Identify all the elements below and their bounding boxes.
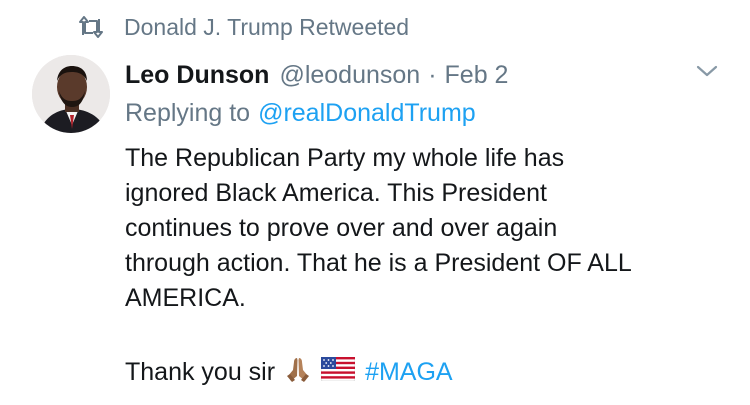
tweet-closing-line: Thank you sir #MAGA: [125, 354, 453, 390]
retweet-label[interactable]: Donald J. Trump Retweeted: [124, 14, 409, 41]
tweet[interactable]: Donald J. Trump Retweeted Leo Dunson @le…: [0, 0, 750, 405]
hashtag-link[interactable]: #MAGA: [365, 358, 453, 387]
separator: ·: [428, 60, 437, 89]
tweet-body: The Republican Party my whole life has i…: [125, 141, 735, 316]
tweet-header: Leo Dunson @leodunson · Feb 2: [125, 58, 508, 92]
retweet-context: Donald J. Trump Retweeted: [78, 12, 409, 42]
chevron-down-icon[interactable]: [694, 60, 720, 82]
author-display-name[interactable]: Leo Dunson: [125, 61, 269, 90]
tweet-body-line: AMERICA.: [125, 284, 246, 312]
avatar[interactable]: [32, 55, 110, 133]
tweet-body-line: ignored Black America. This President: [125, 179, 547, 207]
reply-mention-link[interactable]: @realDonaldTrump: [258, 99, 476, 128]
tweet-body-line: The Republican Party my whole life has: [125, 144, 565, 172]
author-handle[interactable]: @leodunson: [279, 61, 420, 90]
folded-hands-emoji: [283, 354, 313, 391]
retweet-icon: [78, 16, 104, 38]
us-flag-emoji: [320, 356, 356, 388]
replying-to-label: Replying to: [125, 98, 251, 127]
thanks-text: Thank you sir: [125, 357, 276, 386]
replying-to: Replying to @realDonaldTrump: [125, 97, 476, 129]
tweet-body-line: through action. That he is a President O…: [125, 249, 632, 277]
tweet-date[interactable]: Feb 2: [445, 61, 509, 90]
tweet-body-line: continues to prove over and over again: [125, 214, 558, 242]
